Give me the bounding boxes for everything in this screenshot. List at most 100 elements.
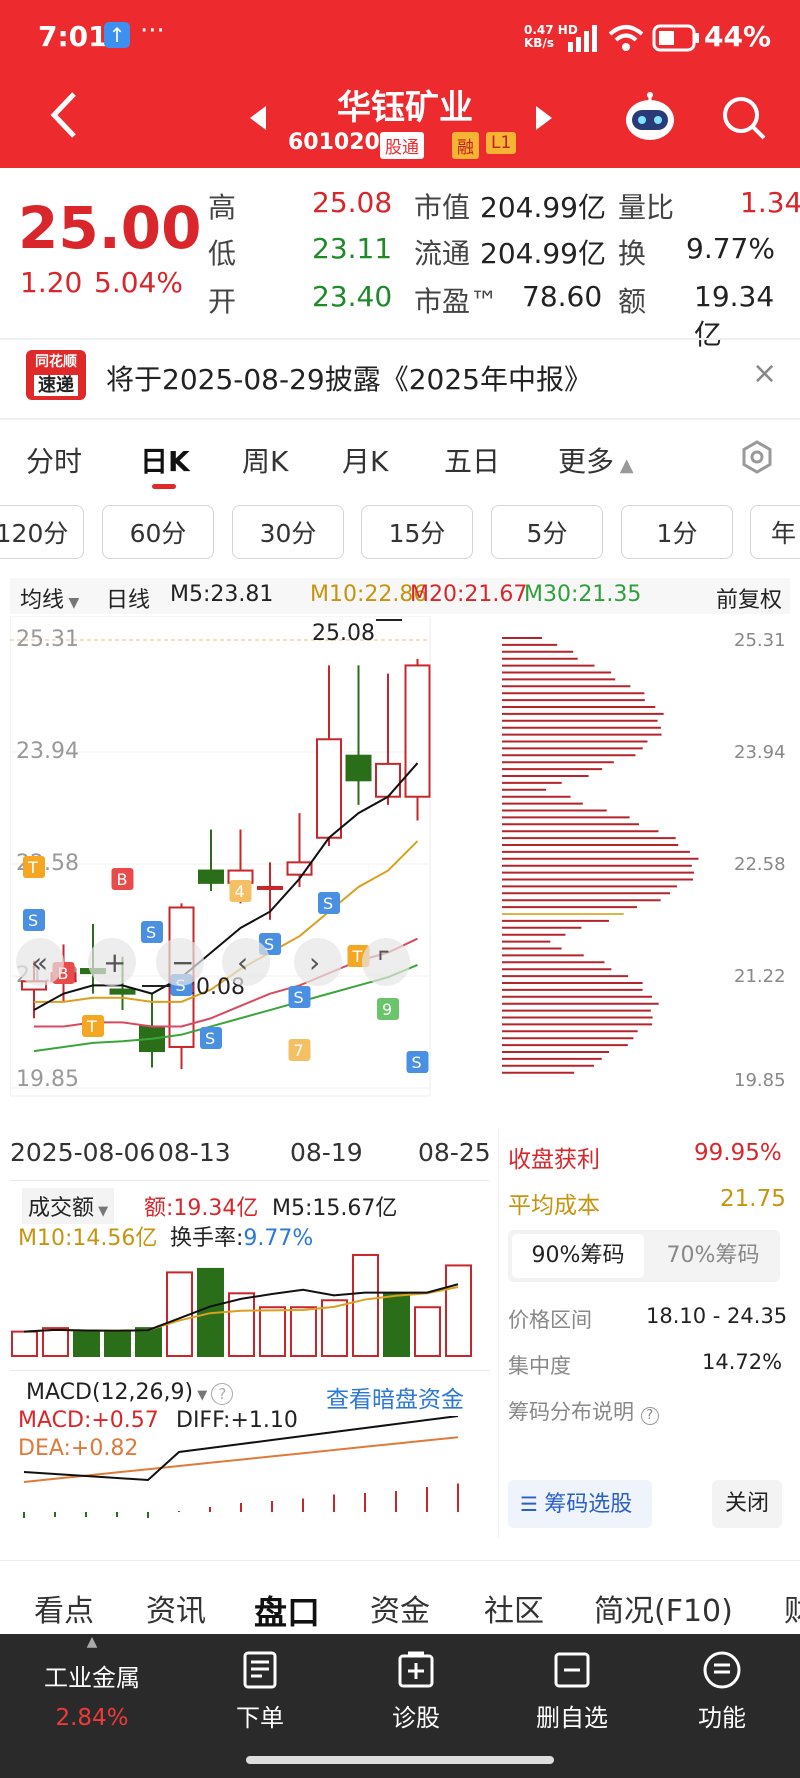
bottom-tab-community[interactable]: 社区 <box>484 1586 544 1630</box>
volume-bar <box>414 1306 441 1357</box>
macd-selector[interactable]: MACD(12,26,9) ▼ ? <box>26 1380 234 1405</box>
period-120min[interactable]: 120分 <box>0 505 84 559</box>
stock-name: 华钰矿业 <box>337 88 473 128</box>
signal-marker-label: S <box>205 1029 215 1048</box>
chip-select-button[interactable]: ☰ 筹码选股 <box>508 1480 652 1528</box>
period-1min[interactable]: 1分 <box>621 505 733 559</box>
candle-body <box>404 664 431 798</box>
period-30min[interactable]: 30分 <box>232 505 344 559</box>
tab-daily-k[interactable]: 日K <box>140 440 190 480</box>
signal-marker-label: S <box>294 988 304 1007</box>
open-label: 开 <box>208 285 237 318</box>
price-change: 1.20 <box>20 266 83 299</box>
signal-marker-label: S <box>412 1053 422 1072</box>
menu-circle-icon <box>703 1651 741 1689</box>
signal-marker-label: 9 <box>382 1000 392 1019</box>
bottom-tab-news[interactable]: 资讯 <box>146 1586 206 1630</box>
bottom-tab-finance[interactable]: 财 <box>784 1586 800 1630</box>
order-icon <box>243 1651 277 1689</box>
tab-five-day[interactable]: 五日 <box>444 440 500 480</box>
prev-icon: ‹ <box>237 946 248 979</box>
more-dots-icon: ··· <box>140 16 165 46</box>
date-mid2: 08-19 <box>290 1138 363 1167</box>
amount-value: 19.34亿 <box>694 280 775 351</box>
chip-explain-link[interactable]: 筹码分布说明 ? <box>508 1396 659 1426</box>
minus-icon: − <box>171 946 194 979</box>
kline-chart[interactable]: 25.3123.9422.5821.2219.8525.0820.08TSBTB… <box>10 616 490 1128</box>
dark-pool-link[interactable]: 查看暗盘资金 <box>326 1380 464 1414</box>
period-5min[interactable]: 5分 <box>491 505 603 559</box>
bottom-tab-funds[interactable]: 资金 <box>370 1586 430 1630</box>
candle-body <box>109 988 136 995</box>
price-change-pct: 5.04% <box>94 266 183 299</box>
tab-intraday[interactable]: 分时 <box>26 440 82 480</box>
wifi-icon <box>608 25 644 51</box>
chip-y-label: 25.31 <box>734 630 786 651</box>
sector-button[interactable]: ▲ 工业金属 2.84% <box>12 1634 172 1778</box>
robot-assistant-icon[interactable] <box>622 92 678 142</box>
signal-icon <box>568 25 597 52</box>
signal-marker-label: 7 <box>294 1041 304 1060</box>
low-value: 23.11 <box>312 232 393 265</box>
ma-selector[interactable]: 均线 ▼ <box>20 582 79 614</box>
search-icon[interactable] <box>720 94 768 142</box>
tag-margin: 融 <box>452 132 479 159</box>
list-icon: ☰ <box>520 1492 545 1516</box>
battery-icon <box>652 24 699 52</box>
diff-line <box>23 1416 459 1482</box>
news-text[interactable]: 将于2025-08-29披露《2025年中报》 <box>106 358 592 398</box>
news-close-icon[interactable]: × <box>752 356 777 391</box>
volume-amount: 额:19.34亿 <box>144 1196 259 1221</box>
signal-marker-label: 4 <box>235 882 245 901</box>
minus-box-icon <box>554 1652 590 1688</box>
period-60min[interactable]: 60分 <box>102 505 214 559</box>
date-mid1: 08-13 <box>158 1138 231 1167</box>
avg-cost-value: 21.75 <box>720 1186 786 1212</box>
mktcap-value: 204.99亿 <box>480 191 606 224</box>
candle-body <box>345 754 372 782</box>
y-axis-label: 23.94 <box>16 739 79 764</box>
profit-label: 收盘获利 <box>508 1147 600 1173</box>
active-tab-indicator <box>152 484 176 489</box>
period-year[interactable]: 年 <box>750 505 800 559</box>
volume-bar <box>42 1327 69 1357</box>
chip-y-label: 19.85 <box>734 1070 786 1091</box>
chip-70-tab[interactable]: 70%筹码 <box>650 1234 776 1278</box>
chip-90-tab[interactable]: 90%筹码 <box>512 1234 644 1278</box>
tab-more[interactable]: 更多 ▲ <box>558 440 634 480</box>
macd-chart <box>23 1416 459 1518</box>
mktcap-label: 市值 <box>414 191 471 224</box>
ma5-value: M5:23.81 <box>170 582 274 607</box>
pe-value: 78.60 <box>522 280 603 313</box>
macd-help-icon: ? <box>211 1383 234 1405</box>
y-axis-label: 19.85 <box>16 1067 79 1092</box>
back-icon[interactable] <box>48 90 80 140</box>
settings-icon[interactable] <box>740 440 774 474</box>
next-stock-icon[interactable] <box>534 104 554 132</box>
signal-marker-label: B <box>117 870 128 889</box>
period-15min[interactable]: 15分 <box>361 505 473 559</box>
volume-bar <box>104 1330 131 1358</box>
adjust-mode[interactable]: 前复权 <box>716 582 782 614</box>
signal-marker-label: S <box>323 894 333 913</box>
volume-indicator-selector[interactable]: 成交额 ▼ <box>22 1188 115 1224</box>
price-range-label: 价格区间 <box>508 1308 592 1332</box>
function-button[interactable]: 功能 <box>642 1634 800 1778</box>
ma30-value: M30:21.35 <box>524 582 642 607</box>
volume-m5: M5:15.67亿 <box>272 1196 398 1221</box>
pe-label: 市盈™ <box>414 285 499 318</box>
bottom-tab-f10[interactable]: 简况(F10) <box>594 1586 733 1630</box>
chip-distribution-chart: 25.31 23.94 22.58 21.22 19.85 <box>502 630 786 1091</box>
tab-monthly-k[interactable]: 月K <box>342 440 388 480</box>
volratio-value: 1.34 <box>740 186 800 219</box>
plus-icon: + <box>103 946 126 979</box>
chip-close-button[interactable]: 关闭 <box>712 1480 782 1528</box>
prev-stock-icon[interactable] <box>248 104 268 132</box>
high-label: 高 <box>208 191 237 224</box>
open-value: 23.40 <box>312 280 393 313</box>
bottom-tab-handicap[interactable]: 盘口 <box>254 1586 320 1634</box>
bottom-tab-highlights[interactable]: 看点 <box>34 1586 94 1630</box>
chip-y-label: 22.58 <box>734 854 786 875</box>
tab-weekly-k[interactable]: 周K <box>242 440 288 480</box>
chip-y-label: 23.94 <box>734 742 786 763</box>
